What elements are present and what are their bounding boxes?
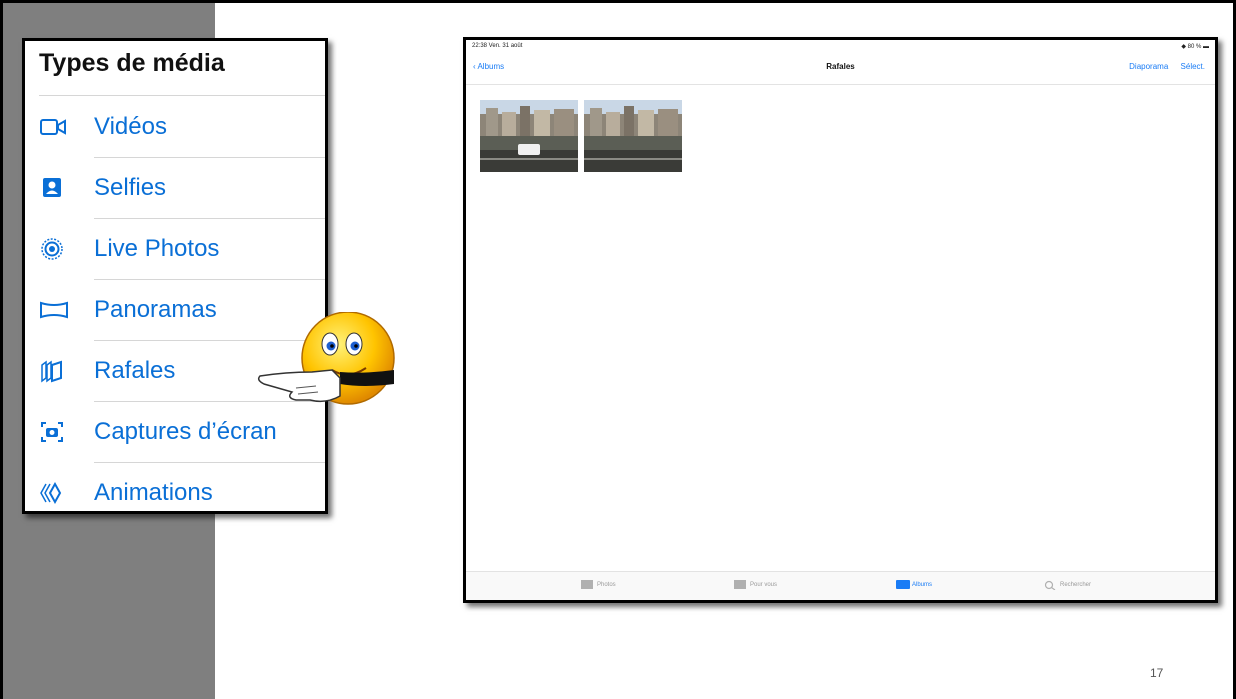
albums-tab-icon	[896, 580, 910, 589]
media-item-animations[interactable]: Animations	[25, 463, 325, 524]
burst-icon	[39, 359, 67, 383]
select-button[interactable]: Sélect.	[1181, 62, 1205, 71]
panorama-icon	[39, 298, 68, 322]
status-time: 22:38 Ven. 31 août	[472, 43, 523, 49]
for-you-tab-icon	[734, 580, 746, 589]
media-item-label: Selfies	[94, 174, 167, 201]
photos-tab-icon	[581, 580, 593, 589]
page-number: 17	[1150, 666, 1164, 680]
battery-percent: 80 %	[1187, 44, 1202, 50]
tab-bar: Photos Pour vous Albums Rechercher	[466, 571, 1215, 600]
live-photo-icon	[39, 237, 67, 261]
tab-photos[interactable]: Photos	[581, 580, 616, 589]
media-item-label: Animations	[94, 479, 213, 506]
media-item-label: Captures d’écran	[94, 418, 277, 445]
wifi-icon: ◆	[1181, 44, 1186, 50]
nav-title: Rafales	[826, 62, 855, 71]
video-camera-icon	[39, 115, 67, 139]
pointing-smiley-icon	[256, 311, 401, 412]
nav-actions: Diaporama Sélect.	[1119, 62, 1205, 71]
selfie-portrait-icon	[39, 176, 67, 200]
media-item-live-photos[interactable]: Live Photos	[25, 219, 325, 280]
media-item-selfies[interactable]: Selfies	[25, 158, 325, 219]
burst-photo-thumbnail[interactable]	[584, 100, 682, 172]
media-item-label: Vidéos	[94, 113, 167, 140]
tab-label: Rechercher	[1060, 581, 1092, 588]
tab-label: Albums	[912, 581, 933, 588]
tab-label: Pour vous	[750, 581, 778, 588]
status-battery: ◆ 80 % ▬	[1181, 43, 1209, 50]
battery-icon: ▬	[1203, 44, 1209, 50]
media-types-title: Types de média	[39, 49, 225, 77]
tab-albums[interactable]: Albums	[896, 580, 932, 589]
tab-search[interactable]: Rechercher	[1044, 580, 1092, 591]
slideshow-button[interactable]: Diaporama	[1129, 62, 1168, 71]
animation-icon	[39, 481, 67, 505]
search-icon	[1044, 580, 1056, 591]
screenshot-icon	[39, 420, 67, 444]
media-item-videos[interactable]: Vidéos	[25, 97, 325, 158]
media-item-label: Live Photos	[94, 235, 220, 262]
media-item-label: Rafales	[94, 357, 176, 384]
divider	[39, 95, 325, 96]
media-types-panel: Types de média Vidéos Selfies Live Photo…	[22, 38, 328, 514]
tab-for-you[interactable]: Pour vous	[734, 580, 777, 589]
media-item-label: Panoramas	[94, 296, 217, 323]
burst-photo-thumbnail[interactable]	[480, 100, 578, 172]
nav-bar: ‹ Albums Rafales Diaporama Sélect.	[466, 56, 1215, 85]
status-bar: 22:38 Ven. 31 août ◆ 80 % ▬	[472, 43, 1209, 53]
ipad-screenshot: 22:38 Ven. 31 août ◆ 80 % ▬ ‹ Albums Raf…	[463, 37, 1218, 603]
tab-label: Photos	[597, 581, 616, 588]
